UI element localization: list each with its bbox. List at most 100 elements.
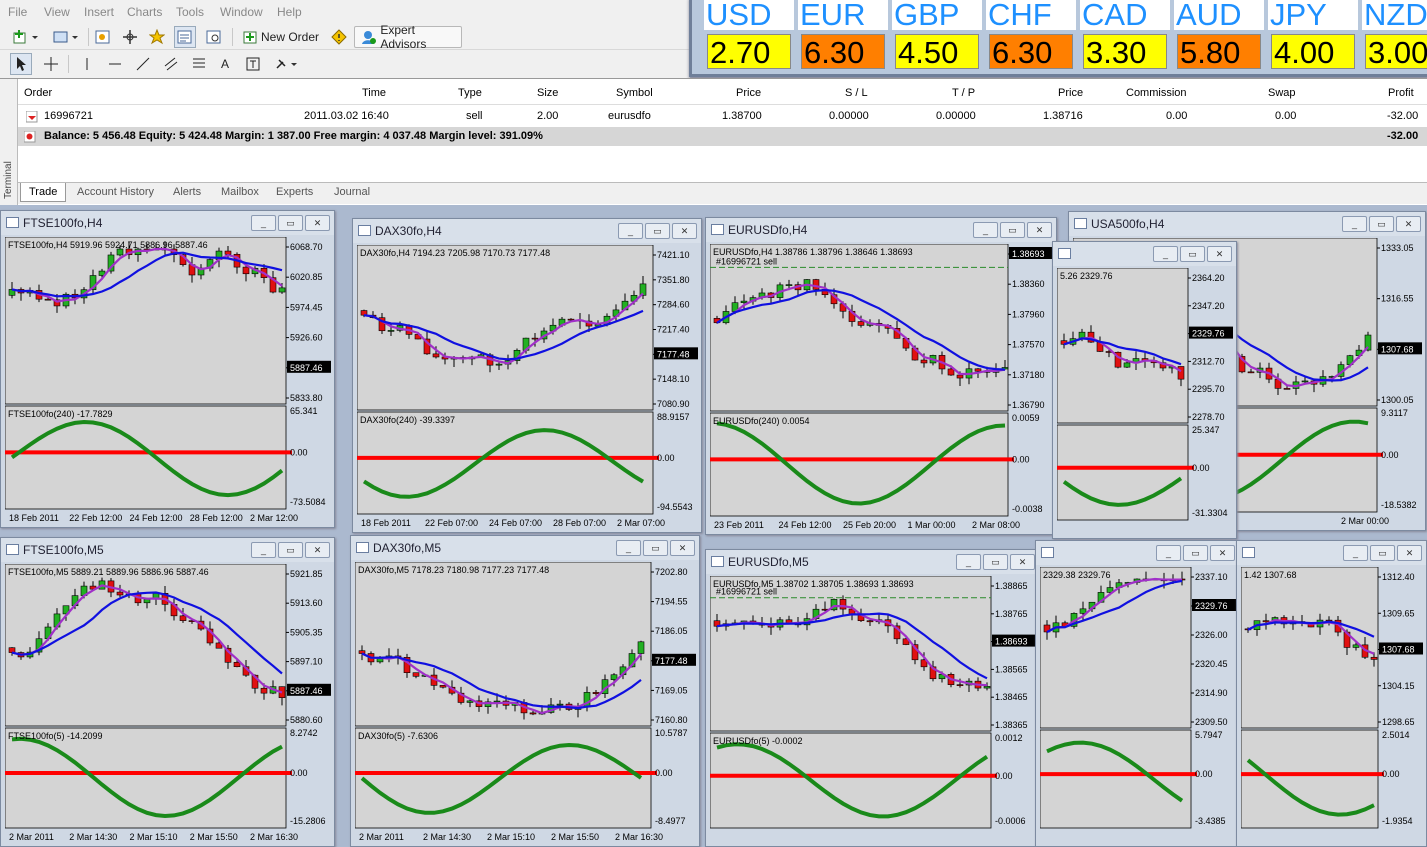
chart-window-titlebar[interactable]: DAX30fo,M5 _ ▭ ✕ [351, 536, 699, 560]
minimize-window-button[interactable]: _ [1343, 545, 1368, 561]
meta-editor-icon[interactable] [328, 26, 350, 48]
menu-file[interactable]: File [8, 5, 27, 19]
col-size[interactable]: Size [537, 87, 558, 99]
tab-mailbox[interactable]: Mailbox [221, 186, 259, 198]
chart-window[interactable]: DAX30fo,M5 _ ▭ ✕ DAX30fo,M5 7178.23 7180.98 … [350, 535, 700, 847]
menu-help[interactable]: Help [277, 5, 302, 19]
candle-body [956, 374, 964, 379]
favorites-icon[interactable] [146, 26, 168, 48]
chart-window-title: USA500fo,H4 [1091, 217, 1165, 231]
menu-view[interactable]: View [44, 5, 70, 19]
chart-window-icon [1041, 547, 1054, 558]
text-label-icon[interactable] [242, 53, 264, 75]
close-window-button[interactable]: ✕ [305, 215, 330, 231]
menu-tools[interactable]: Tools [176, 5, 204, 19]
chart-window-titlebar[interactable]: DAX30fo,H4 _ ▭ ✕ [353, 219, 701, 243]
arrows-icon[interactable] [270, 53, 302, 75]
horizontal-line-icon[interactable] [104, 53, 126, 75]
menu-window[interactable]: Window [220, 5, 263, 19]
maximize-window-button[interactable]: ▭ [1369, 216, 1394, 232]
maximize-window-button[interactable]: ▭ [645, 223, 670, 239]
tab-account-history[interactable]: Account History [77, 186, 154, 198]
minimize-window-button[interactable]: _ [251, 542, 276, 558]
chart-window-titlebar[interactable]: _ ▭ ✕ [1237, 541, 1426, 565]
tab-alerts[interactable]: Alerts [173, 186, 201, 198]
col-symbol[interactable]: Symbol [616, 87, 653, 99]
minimize-window-button[interactable]: _ [973, 222, 998, 238]
chart-window-titlebar[interactable]: USA500fo,H4 _ ▭ ✕ [1069, 212, 1425, 236]
strategy-tester-icon[interactable] [203, 26, 225, 48]
candle-body [224, 250, 232, 255]
maximize-window-button[interactable]: ▭ [983, 554, 1008, 570]
col-tp[interactable]: T / P [952, 87, 975, 99]
close-window-button[interactable]: ✕ [305, 542, 330, 558]
minimize-window-button[interactable]: _ [1153, 246, 1178, 262]
close-window-button[interactable]: ✕ [1210, 545, 1235, 561]
chart-window[interactable]: FTSE100fo,M5 _ ▭ ✕ FTSE100fo,M5 5889.21 5889… [0, 537, 335, 847]
minimize-window-button[interactable]: _ [618, 223, 643, 239]
chart-window[interactable]: _ ▭ ✕ 2329.38 2329.76 2337.10 2329.76 2326.00 2… [1035, 540, 1240, 847]
navigator-icon[interactable] [119, 26, 141, 48]
tab-journal[interactable]: Journal [334, 186, 370, 198]
terminal-icon[interactable] [174, 26, 196, 48]
chart-window[interactable]: FTSE100fo,H4 _ ▭ ✕ FTSE100fo,H4 5919.96 5924… [0, 210, 335, 528]
close-window-button[interactable]: ✕ [1027, 222, 1052, 238]
close-window-button[interactable]: ✕ [672, 223, 697, 239]
text-icon[interactable]: A [214, 53, 236, 75]
chart-window[interactable]: EURUSDfo,H4 _ ▭ ✕ #16996721 sell EURUSDfo,H4 … [705, 217, 1057, 535]
chart-window-titlebar[interactable]: FTSE100fo,M5 _ ▭ ✕ [1, 538, 334, 562]
candle-body [358, 650, 366, 654]
maximize-window-button[interactable]: ▭ [1000, 222, 1025, 238]
menu-insert[interactable]: Insert [84, 5, 114, 19]
maximize-window-button[interactable]: ▭ [278, 542, 303, 558]
close-window-button[interactable]: ✕ [1207, 246, 1232, 262]
menu-charts[interactable]: Charts [127, 5, 162, 19]
maximize-window-button[interactable]: ▭ [1180, 246, 1205, 262]
col-profit[interactable]: Profit [1388, 87, 1414, 99]
close-window-button[interactable]: ✕ [1397, 545, 1422, 561]
fibonacci-icon[interactable] [188, 53, 210, 75]
chart-window-titlebar[interactable]: _ ▭ ✕ [1053, 242, 1236, 266]
chart-window-titlebar[interactable]: FTSE100fo,H4 _ ▭ ✕ [1, 211, 334, 235]
minimize-window-button[interactable]: _ [616, 540, 641, 556]
col-type[interactable]: Type [458, 87, 482, 99]
equidistant-channel-icon[interactable] [160, 53, 182, 75]
col-current-price[interactable]: Price [1058, 87, 1083, 99]
col-commission[interactable]: Commission [1126, 87, 1187, 99]
new-chart-icon[interactable] [8, 26, 44, 48]
col-price[interactable]: Price [736, 87, 761, 99]
minimize-window-button[interactable]: _ [251, 215, 276, 231]
chart-window[interactable]: _ ▭ ✕ 5.26 2329.76 2364.20 2347.20 2329.76 2312… [1052, 241, 1237, 539]
minimize-window-button[interactable]: _ [956, 554, 981, 570]
tab-trade[interactable]: Trade [20, 183, 67, 202]
chart-window[interactable]: _ ▭ ✕ 1.42 1307.68 1312.40 1309.65 1307.68 1304… [1236, 540, 1427, 847]
minimize-window-button[interactable]: _ [1156, 545, 1181, 561]
new-order-button[interactable]: New Order [238, 26, 324, 48]
vertical-line-icon[interactable] [76, 53, 98, 75]
cursor-icon[interactable] [10, 53, 32, 75]
profiles-icon[interactable] [48, 26, 84, 48]
market-watch-icon[interactable] [92, 26, 114, 48]
close-window-button[interactable]: ✕ [1010, 554, 1035, 570]
maximize-window-button[interactable]: ▭ [1183, 545, 1208, 561]
col-time[interactable]: Time [362, 87, 386, 99]
ticker-currency: AUD [1174, 0, 1264, 30]
trendline-icon[interactable] [132, 53, 154, 75]
crosshair-icon[interactable] [40, 53, 62, 75]
minimize-window-button[interactable]: _ [1342, 216, 1367, 232]
col-swap[interactable]: Swap [1268, 87, 1296, 99]
maximize-window-button[interactable]: ▭ [643, 540, 668, 556]
close-window-button[interactable]: ✕ [670, 540, 695, 556]
chart-window-titlebar[interactable]: EURUSDfo,H4 _ ▭ ✕ [706, 218, 1056, 242]
chart-window-titlebar[interactable]: EURUSDfo,M5 _ ▭ ✕ [706, 550, 1039, 574]
maximize-window-button[interactable]: ▭ [278, 215, 303, 231]
chart-window-titlebar[interactable]: _ ▭ ✕ [1036, 541, 1239, 565]
chart-window[interactable]: EURUSDfo,M5 _ ▭ ✕ #16996721 sell EURUSDfo,M5 … [705, 549, 1040, 847]
close-window-button[interactable]: ✕ [1396, 216, 1421, 232]
col-sl[interactable]: S / L [845, 87, 868, 99]
col-order[interactable]: Order [24, 87, 52, 99]
expert-advisors-button[interactable]: Expert Advisors [354, 23, 462, 51]
maximize-window-button[interactable]: ▭ [1370, 545, 1395, 561]
chart-window[interactable]: DAX30fo,H4 _ ▭ ✕ DAX30fo,H4 7194.23 7205.98 … [352, 218, 702, 533]
tab-experts[interactable]: Experts [276, 186, 313, 198]
